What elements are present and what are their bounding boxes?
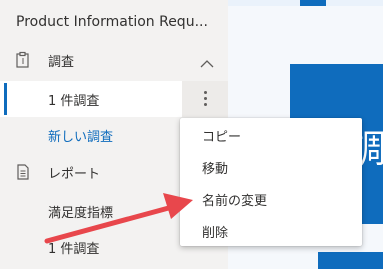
sidebar-item-survey-1[interactable]: 1 件調査 (0, 81, 228, 117)
clipboard-icon (14, 51, 32, 69)
sidebar-item-label: 1 件調査 (48, 94, 100, 109)
sidebar-section-report-label: レポート (48, 167, 101, 182)
selected-indicator (4, 83, 7, 115)
more-vertical-icon (204, 91, 207, 107)
menu-item-label: コピー (202, 130, 242, 145)
menu-item-label: 名前の変更 (202, 194, 268, 209)
chevron-up-icon[interactable] (200, 54, 214, 68)
new-survey-link[interactable]: 新しい調査 (48, 126, 113, 145)
document-icon (14, 163, 32, 181)
menu-item-copy[interactable]: コピー (180, 118, 362, 150)
menu-item-move[interactable]: 移動 (180, 150, 362, 182)
sidebar-section-survey[interactable]: 調査 (0, 42, 228, 78)
more-options-button[interactable] (182, 81, 228, 117)
menu-item-delete[interactable]: 削除 (180, 214, 362, 246)
bottom-action-bar[interactable] (318, 252, 383, 269)
menu-item-label: 移動 (202, 162, 229, 177)
menu-item-label: 削除 (202, 226, 229, 241)
app-title: Product Information Requ... (16, 14, 208, 30)
content-tab-indicator (300, 0, 326, 6)
sidebar-item-label: 1 件調査 (48, 242, 100, 257)
context-menu: コピー 移動 名前の変更 削除 (180, 118, 362, 246)
sidebar-item-label: 満足度指標 (48, 206, 114, 221)
sidebar-section-survey-label: 調査 (48, 55, 75, 70)
menu-item-rename[interactable]: 名前の変更 (180, 182, 362, 214)
app-root: 調査 Product Information Requ... 調査 (0, 0, 383, 269)
